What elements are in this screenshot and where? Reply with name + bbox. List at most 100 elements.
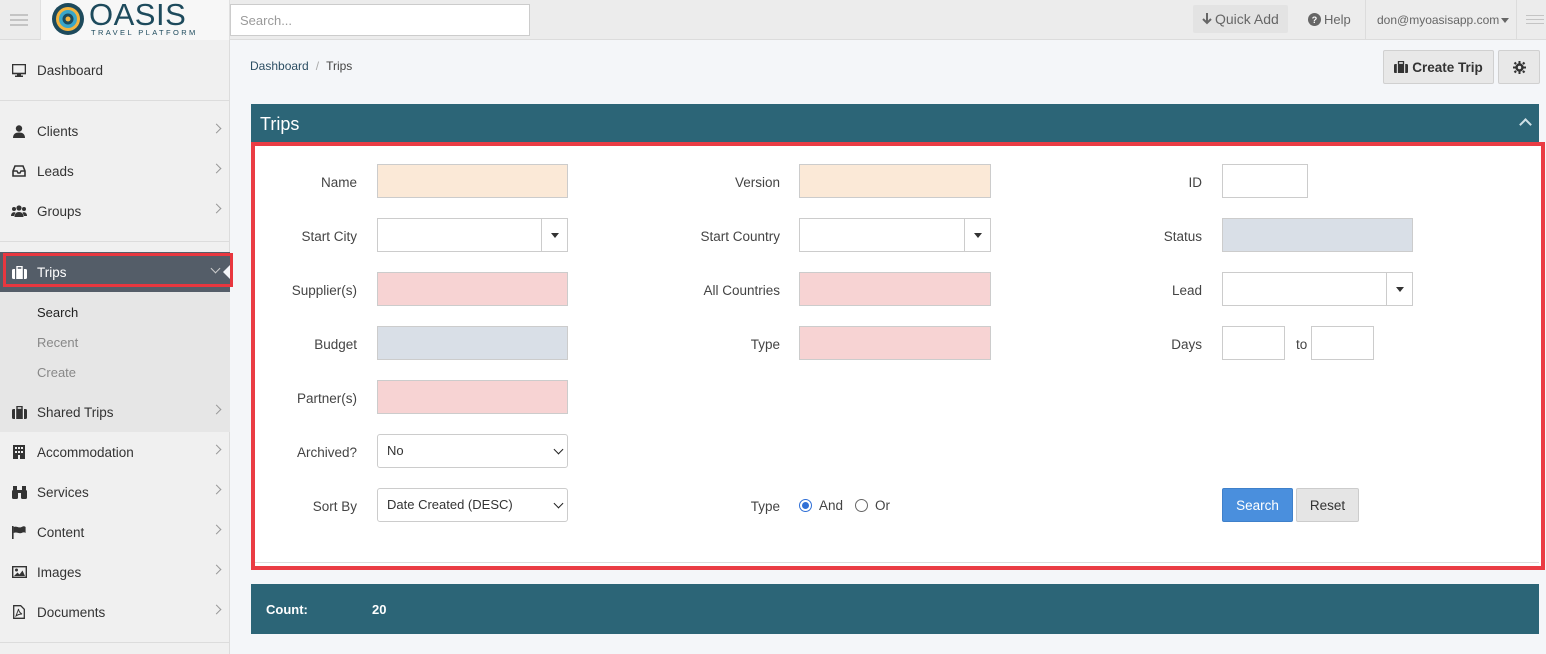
dropdown-caret-icon[interactable] (964, 219, 990, 251)
breadcrumb-current: Trips (326, 59, 353, 73)
radio-or[interactable] (855, 499, 868, 512)
radio-and-label[interactable]: And (819, 498, 843, 513)
right-panel-toggle-icon[interactable] (1526, 15, 1544, 27)
sidebar-item-label: Leads (37, 163, 74, 179)
budget-label: Budget (314, 337, 357, 352)
create-trip-label: Create Trip (1412, 59, 1483, 75)
match-type-label: Type (750, 499, 780, 514)
top-bar: OASIS TRAVEL PLATFORM Quick Add ? Help d… (0, 0, 1546, 40)
sidebar-item-label: Accommodation (37, 444, 134, 460)
settings-button[interactable] (1498, 50, 1540, 84)
count-label: Count: (266, 602, 308, 617)
lead-label: Lead (1171, 283, 1202, 298)
chevron-down-icon (553, 498, 564, 509)
suppliers-input[interactable] (377, 272, 568, 306)
sidebar-item-label: Documents (37, 604, 106, 620)
divider (0, 241, 230, 242)
logo-subtitle: TRAVEL PLATFORM (91, 28, 198, 37)
sidebar-item-accommodation[interactable]: Accommodation (0, 432, 230, 472)
status-input[interactable] (1222, 218, 1413, 252)
create-trip-button[interactable]: Create Trip (1383, 50, 1494, 84)
divider (0, 642, 230, 643)
help-link[interactable]: ? Help (1308, 12, 1351, 27)
search-button[interactable]: Search (1222, 488, 1293, 522)
days-label: Days (1171, 337, 1202, 352)
sidebar-item-documents[interactable]: Documents (0, 592, 230, 632)
sidebar-item-label: Groups (37, 203, 82, 219)
archived-select[interactable]: No (377, 434, 568, 468)
name-label: Name (320, 175, 357, 190)
days-from-input[interactable] (1222, 326, 1285, 360)
reset-button[interactable]: Reset (1296, 488, 1359, 522)
version-input[interactable] (799, 164, 991, 198)
sidebar-item-clients[interactable]: Clients (0, 111, 230, 151)
sidebar-item-label: Shared Trips (37, 404, 114, 420)
quick-add-label: Quick Add (1215, 11, 1279, 27)
user-menu-dropdown[interactable]: don@myoasisapp.com (1365, 0, 1517, 40)
users-icon (11, 203, 27, 219)
id-label: ID (1188, 175, 1203, 190)
logo[interactable]: OASIS TRAVEL PLATFORM (40, 0, 230, 40)
type-input[interactable] (799, 326, 991, 360)
radio-or-label[interactable]: Or (875, 498, 890, 513)
sidebar-item-label: Services (37, 484, 89, 500)
inbox-icon (11, 163, 27, 179)
image-icon (11, 564, 27, 580)
sidebar-item-leads[interactable]: Leads (0, 151, 230, 191)
sidebar-item-content[interactable]: Content (0, 512, 230, 552)
menu-toggle-icon[interactable] (10, 14, 28, 26)
start-country-label: Start Country (700, 229, 780, 244)
start-city-select[interactable] (377, 218, 568, 252)
sidebar-item-shared-trips[interactable]: Shared Trips (0, 392, 230, 432)
sidebar-item-images[interactable]: Images (0, 552, 230, 592)
desktop-icon (11, 62, 27, 78)
sort-by-select[interactable]: Date Created (DESC) (377, 488, 568, 522)
chevron-right-icon (211, 564, 222, 575)
sidebar-item-services[interactable]: Services (0, 472, 230, 512)
id-input[interactable] (1222, 164, 1308, 198)
user-icon (11, 123, 27, 139)
download-arrow-icon (1202, 13, 1212, 25)
sidebar-item-label: Clients (37, 123, 79, 139)
chevron-up-icon[interactable] (1519, 118, 1532, 131)
all-countries-label: All Countries (703, 283, 780, 298)
dropdown-caret-icon[interactable] (541, 219, 567, 251)
suitcase-icon (11, 404, 27, 420)
days-to-input[interactable] (1311, 326, 1374, 360)
dropdown-caret-icon[interactable] (1386, 273, 1412, 305)
sidebar-item-label: Dashboard (37, 62, 104, 78)
gear-icon (1512, 60, 1526, 74)
sort-by-value: Date Created (DESC) (387, 497, 513, 512)
breadcrumb: Dashboard / Trips (250, 59, 353, 73)
all-countries-input[interactable] (799, 272, 991, 306)
sidebar-item-groups[interactable]: Groups (0, 191, 230, 231)
submenu-item-search[interactable]: Search (37, 305, 78, 320)
chevron-right-icon (211, 404, 222, 415)
divider (255, 562, 1539, 563)
trips-panel-header: Trips (251, 104, 1539, 144)
name-input[interactable] (377, 164, 568, 198)
sort-by-label: Sort By (312, 499, 357, 514)
sidebar: Dashboard Clients Leads Groups Trips Sea… (0, 40, 231, 654)
lead-select[interactable] (1222, 272, 1413, 306)
caret-down-icon (1501, 18, 1510, 24)
chevron-right-icon (211, 163, 222, 174)
global-search-input[interactable] (230, 4, 530, 36)
breadcrumb-link-dashboard[interactable]: Dashboard (250, 59, 309, 73)
quick-add-button[interactable]: Quick Add (1193, 5, 1288, 33)
start-country-select[interactable] (799, 218, 991, 252)
question-circle-icon: ? (1308, 13, 1321, 26)
chevron-right-icon (211, 203, 222, 214)
budget-input[interactable] (377, 326, 568, 360)
suitcase-icon (1394, 61, 1409, 73)
archived-value: No (387, 443, 404, 458)
oasis-logo-icon (52, 3, 84, 35)
partners-input[interactable] (377, 380, 568, 414)
sidebar-item-dashboard[interactable]: Dashboard (0, 50, 230, 90)
submenu-item-recent[interactable]: Recent (37, 335, 78, 350)
type-label: Type (750, 337, 780, 352)
chevron-right-icon (211, 484, 222, 495)
radio-and[interactable] (799, 499, 812, 512)
file-pdf-icon (11, 604, 27, 620)
submenu-item-create[interactable]: Create (37, 365, 76, 380)
